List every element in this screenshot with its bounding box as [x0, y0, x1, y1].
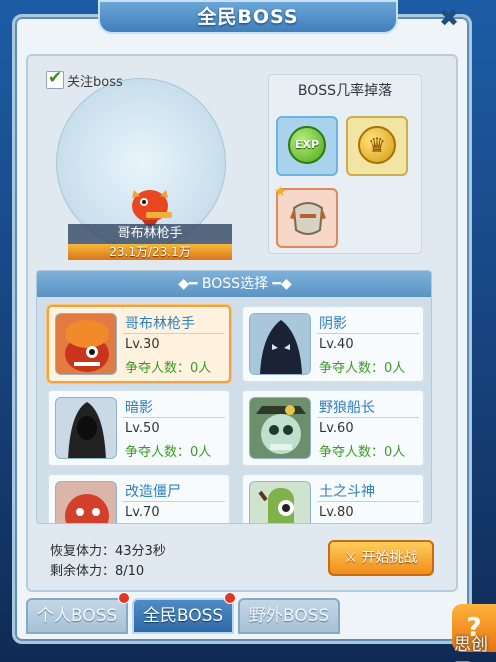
- drop-slot-coin[interactable]: ♛: [346, 116, 408, 176]
- divider: [123, 417, 225, 418]
- boss-avatar: [249, 313, 311, 375]
- tab-personal-boss[interactable]: 个人BOSS: [26, 598, 128, 634]
- follow-checkbox[interactable]: [46, 68, 64, 89]
- boss-name: 暗影: [125, 400, 153, 416]
- tab-world-boss[interactable]: 全民BOSS: [132, 598, 234, 634]
- boss-contenders: 争夺人数：0人: [125, 361, 212, 376]
- divider: [123, 333, 225, 334]
- boss-avatar: [55, 481, 117, 523]
- boss-avatar: [55, 397, 117, 459]
- boss-level: Lv.80: [319, 505, 354, 520]
- notification-dot: [224, 592, 236, 604]
- boss-contenders: 争夺人数：0人: [125, 445, 212, 460]
- recover-stamina-text: 恢复体力：43分3秒: [50, 544, 166, 559]
- exp-icon: EXP: [288, 126, 326, 164]
- boss-card-shadow[interactable]: 阴影 Lv.40 争夺人数：0人: [241, 305, 425, 383]
- boss-avatar: [249, 397, 311, 459]
- drop-title: BOSS几率掉落: [297, 83, 393, 99]
- boss-contenders: 争夺人数：0人: [319, 445, 406, 460]
- divider: [317, 501, 419, 502]
- divider: [317, 417, 419, 418]
- boss-level: Lv.60: [319, 421, 354, 436]
- boss-level: Lv.50: [125, 421, 160, 436]
- divider: [123, 501, 225, 502]
- window-title: 全民BOSS: [98, 0, 398, 34]
- follow-boss-toggle[interactable]: 关注boss: [46, 68, 123, 90]
- boss-select-panel: ◆━ BOSS选择 ━◆ 哥布林枪手 Lv.30 争夺人数：0人 阴影 Lv.4…: [36, 270, 432, 524]
- featured-boss-hp: 23.1万/23.1万: [68, 244, 232, 260]
- boss-card-wolf-captain[interactable]: 野狼船长 Lv.60 争夺人数：0人: [241, 389, 425, 467]
- boss-level: Lv.40: [319, 337, 354, 352]
- crossed-swords-icon: ⚔: [344, 550, 362, 566]
- boss-avatar: [55, 313, 117, 375]
- boss-contenders: 争夺人数：0人: [319, 361, 406, 376]
- boss-name: 土之斗神: [319, 484, 375, 500]
- watermark: 思创网: [454, 635, 488, 662]
- featured-boss-name: 哥布林枪手: [68, 224, 232, 244]
- boss-avatar: [249, 481, 311, 523]
- boss-card-dark-shadow[interactable]: 暗影 Lv.50 争夺人数：0人: [47, 389, 231, 467]
- boss-level: Lv.30: [125, 337, 160, 352]
- boss-name: 阴影: [319, 316, 347, 332]
- boss-level: Lv.70: [125, 505, 160, 520]
- drop-slot-armor[interactable]: ★: [274, 184, 338, 248]
- boss-name: 改造僵尸: [125, 484, 181, 500]
- start-challenge-button[interactable]: ⚔ 开始挑战: [328, 540, 434, 576]
- notification-dot: [118, 592, 130, 604]
- remaining-stamina-text: 剩余体力：8/10: [50, 564, 145, 579]
- boss-name: 哥布林枪手: [125, 316, 195, 332]
- boss-card-modified-zombie[interactable]: 改造僵尸 Lv.70: [47, 473, 231, 523]
- boss-card-earth-god[interactable]: 土之斗神 Lv.80: [241, 473, 425, 523]
- divider: [317, 333, 419, 334]
- boss-card-goblin-gunner[interactable]: 哥布林枪手 Lv.30 争夺人数：0人: [47, 305, 231, 383]
- armor-icon: [290, 202, 326, 235]
- goblin-gunner-sprite: [132, 190, 172, 226]
- boss-select-header: ◆━ BOSS选择 ━◆: [37, 271, 431, 297]
- gold-coin-icon: ♛: [358, 126, 396, 164]
- drop-slot-exp[interactable]: EXP: [276, 116, 338, 176]
- close-icon[interactable]: ✖: [434, 4, 464, 32]
- tab-field-boss[interactable]: 野外BOSS: [238, 598, 340, 634]
- star-icon: ★: [274, 184, 287, 200]
- follow-label: 关注boss: [67, 74, 123, 90]
- boss-name: 野狼船长: [319, 400, 375, 416]
